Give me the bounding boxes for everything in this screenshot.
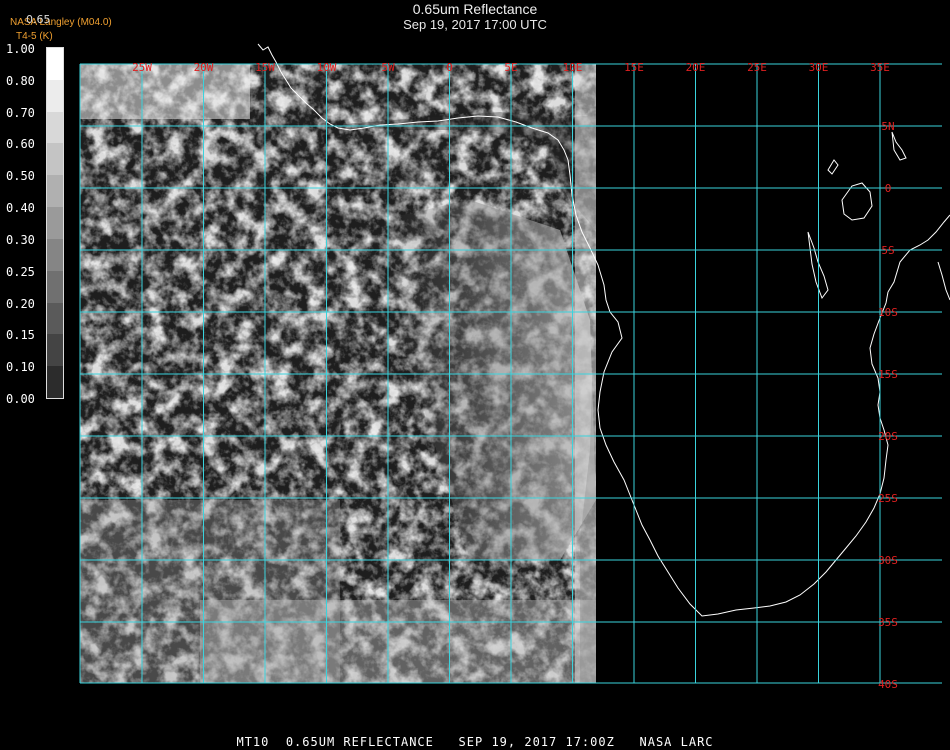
colorbar-tick-label: 0.60 — [6, 137, 35, 152]
latitude-label: 5S — [881, 244, 894, 257]
colorbar-tick-label: 0.80 — [6, 73, 35, 88]
colorbar-tick-label: 0.15 — [6, 328, 35, 343]
colorbar-tick-label: 1.00 — [6, 42, 35, 56]
longitude-label: 20E — [686, 61, 706, 74]
colorbar-segment — [47, 143, 63, 176]
colorbar-segment — [47, 334, 63, 367]
colorbar-segment — [47, 207, 63, 240]
chart-title: 0.65um Reflectance — [412, 1, 538, 17]
colorbar-label: 0.65 — [26, 13, 51, 26]
longitude-label: 25W — [132, 61, 152, 74]
chart-subtitle: Sep 19, 2017 17:00 UTC — [403, 17, 547, 32]
colorbar-tick-label: 0.20 — [6, 296, 35, 311]
longitude-label: 15E — [624, 61, 644, 74]
colorbar-segment — [47, 238, 63, 272]
latitude-label: 10S — [878, 306, 898, 319]
longitude-label: 10E — [563, 61, 583, 74]
latitude-label: 30S — [878, 554, 898, 567]
longitude-label: 0 — [446, 61, 453, 74]
colorbar-segment — [47, 302, 63, 335]
colorbar-tick-label: 0.25 — [6, 264, 35, 279]
footer-caption: MT10 0.65UM REFLECTANCE SEP 19, 2017 17:… — [236, 735, 714, 749]
longitude-label: 35E — [870, 61, 890, 74]
colorbar-segment — [47, 111, 63, 144]
latitude-label: 40S — [878, 678, 898, 691]
colorbar-segment — [47, 270, 63, 304]
colorbar-tick-label: 0.40 — [6, 201, 35, 216]
colorbar-segment — [47, 48, 63, 81]
colorbar-tick-label: 0.10 — [6, 360, 35, 375]
colorbar-tick-label: 0.30 — [6, 232, 35, 247]
latitude-labels: 5N 0 5S 10S 15S 20S 25S 30S 35S 40S — [878, 120, 898, 691]
colorbar-tick-label: 0.70 — [6, 105, 35, 120]
longitude-label: 25E — [747, 61, 767, 74]
longitude-label: 5E — [504, 61, 517, 74]
colorbar-segment — [47, 175, 63, 208]
latitude-label: 0 — [885, 182, 892, 195]
latitude-label: 20S — [878, 430, 898, 443]
latitude-label: 35S — [878, 616, 898, 629]
credit-units: T4-5 (K) — [16, 31, 53, 42]
colorbar-segment — [47, 366, 63, 399]
longitude-label: 5W — [381, 61, 395, 74]
longitude-label: 20W — [194, 61, 214, 74]
longitude-label: 10W — [317, 61, 337, 74]
latitude-label: 15S — [878, 368, 898, 381]
colorbar — [46, 47, 64, 399]
longitude-label: 15W — [255, 61, 275, 74]
colorbar-tick-label: 0.00 — [6, 392, 35, 406]
colorbar-tick-label: 0.50 — [6, 169, 35, 184]
latitude-label: 25S — [878, 492, 898, 505]
longitude-label: 30E — [809, 61, 829, 74]
latitude-label: 5N — [881, 120, 894, 133]
colorbar-segment — [47, 79, 63, 113]
satellite-map: 25W 20W 15W 10W 5W 0 5E 10E 15E 20E 25E 30E 35E 5N05… — [79, 43, 950, 691]
